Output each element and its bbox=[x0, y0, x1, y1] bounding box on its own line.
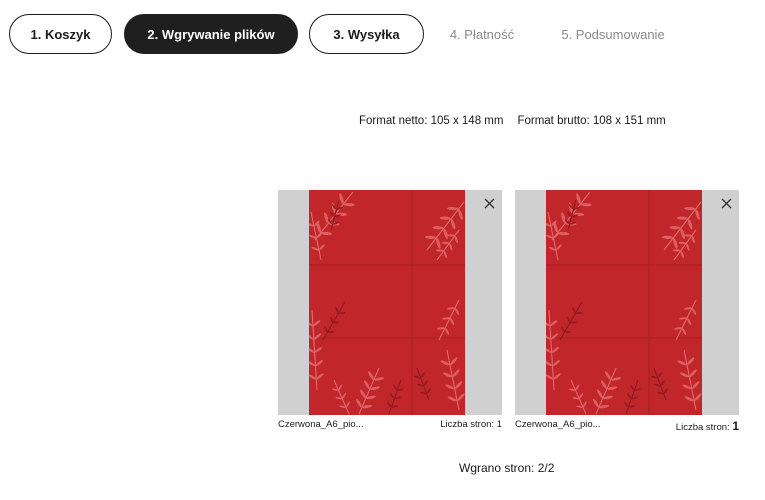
file-meta: Czerwona_A6_pio... Liczba stron: 1 bbox=[278, 419, 502, 430]
close-icon[interactable] bbox=[480, 194, 498, 212]
botanical-illustration bbox=[309, 190, 465, 415]
page-count-label: Liczba stron: bbox=[675, 422, 730, 433]
botanical-illustration bbox=[546, 190, 702, 415]
file-preview-card[interactable] bbox=[278, 190, 502, 415]
uploaded-pages-status: Wgrano stron: 2/2 bbox=[459, 461, 555, 475]
design-preview bbox=[309, 190, 465, 415]
format-gross: Format brutto: 108 x 151 mm bbox=[517, 115, 666, 127]
format-net: Format netto: 105 x 148 mm bbox=[359, 115, 504, 127]
file-name: Czerwona_A6_pio... bbox=[515, 419, 601, 430]
file-name: Czerwona_A6_pio... bbox=[278, 419, 364, 430]
page-count-value: 1 bbox=[496, 419, 502, 430]
file-preview-card[interactable] bbox=[515, 190, 739, 415]
page-count-label: Liczba stron: bbox=[440, 419, 495, 430]
page-count-value: 1 bbox=[732, 419, 739, 433]
step-summary: 5. Podsumowanie bbox=[561, 26, 665, 42]
format-info: Format netto: 105 x 148 mm Format brutto:… bbox=[359, 115, 666, 127]
close-icon[interactable] bbox=[717, 194, 735, 212]
step-shipping[interactable]: 3. Wysyłka bbox=[309, 14, 424, 54]
design-preview bbox=[546, 190, 702, 415]
step-cart[interactable]: 1. Koszyk bbox=[9, 14, 112, 54]
page-count: Liczba stron: 1 bbox=[440, 419, 502, 430]
checkout-steps: 1. Koszyk 2. Wgrywanie plików 3. Wysyłka… bbox=[9, 14, 678, 54]
step-payment: 4. Płatność bbox=[449, 26, 515, 42]
file-meta: Czerwona_A6_pio... Liczba stron: 1 bbox=[515, 419, 739, 433]
step-file-upload[interactable]: 2. Wgrywanie plików bbox=[124, 14, 298, 54]
page-count: Liczba stron: 1 bbox=[676, 419, 739, 433]
